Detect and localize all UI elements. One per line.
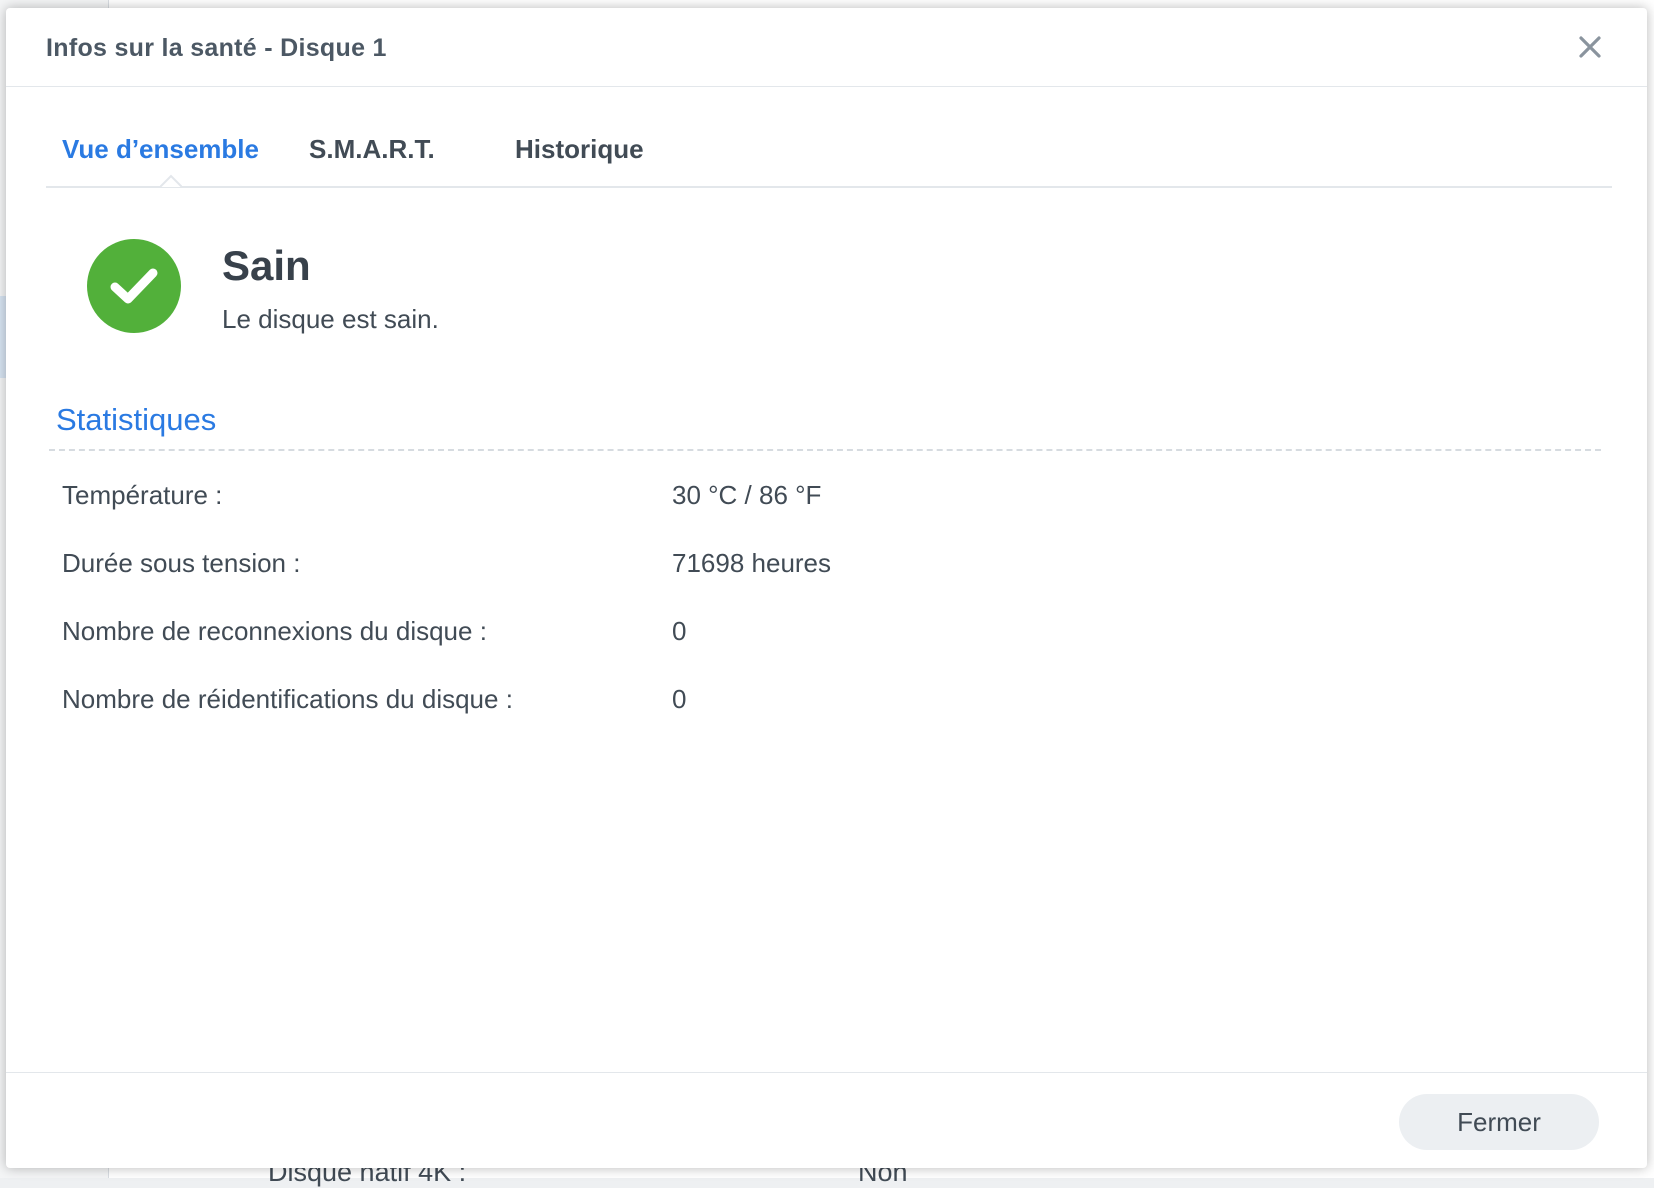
active-tab-caret-icon: [160, 174, 182, 188]
dialog-title: Infos sur la santé - Disque 1: [46, 34, 387, 62]
stat-row-temperature: Température : 30 °C / 86 °F: [62, 480, 1562, 520]
stat-row-reidentifications: Nombre de réidentifications du disque : …: [62, 684, 1562, 724]
tab-smart[interactable]: S.M.A.R.T.: [309, 134, 435, 165]
stat-label: Nombre de reconnexions du disque :: [62, 616, 487, 646]
tab-bar: Vue d’ensemble S.M.A.R.T. Historique: [46, 108, 1612, 188]
stat-value: 71698 heures: [672, 548, 832, 578]
dialog-header: Infos sur la santé - Disque 1: [6, 8, 1647, 87]
dialog-footer: Fermer: [6, 1072, 1647, 1168]
check-circle-icon: [86, 238, 182, 334]
tab-overview[interactable]: Vue d’ensemble: [62, 134, 259, 165]
stat-row-power-on-hours: Durée sous tension : 71698 heures: [62, 548, 1562, 588]
stat-label: Température :: [62, 480, 223, 510]
stat-value: 0: [672, 684, 687, 714]
health-info-dialog: Infos sur la santé - Disque 1 Vue d’ense…: [6, 8, 1647, 1168]
close-icon[interactable]: [1575, 32, 1605, 62]
stat-label: Durée sous tension :: [62, 548, 301, 578]
health-status: Sain: [222, 242, 311, 289]
close-button[interactable]: Fermer: [1399, 1094, 1599, 1150]
stat-label: Nombre de réidentifications du disque :: [62, 684, 513, 714]
section-title-statistics: Statistiques: [56, 402, 217, 437]
stat-row-reconnections: Nombre de reconnexions du disque : 0: [62, 616, 1562, 656]
health-description: Le disque est sain.: [222, 304, 439, 334]
section-divider: [49, 449, 1601, 451]
tab-history[interactable]: Historique: [515, 134, 644, 165]
stat-value: 30 °C / 86 °F: [672, 480, 822, 510]
stat-value: 0: [672, 616, 687, 646]
